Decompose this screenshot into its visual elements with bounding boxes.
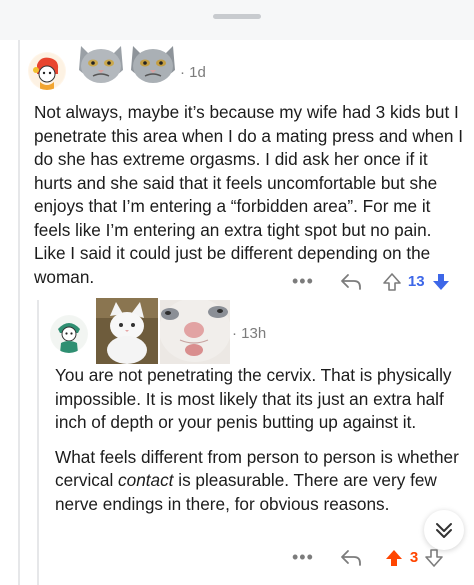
chevron-double-down-icon	[433, 519, 455, 541]
vote-score: 13	[407, 273, 425, 290]
thread-line-reply[interactable]	[37, 300, 39, 585]
grumpy-cat-image	[127, 42, 179, 86]
white-kitten-image	[96, 298, 158, 364]
comment-text: Not always, maybe it’s because my wife h…	[34, 102, 463, 287]
cat-closeup-image	[160, 300, 230, 364]
thread-line-main[interactable]	[18, 40, 20, 585]
drag-handle[interactable]	[213, 14, 261, 19]
comment-body: Not always, maybe it’s because my wife h…	[34, 101, 464, 289]
comment-body: You are not penetrating the cervix. That…	[55, 364, 467, 516]
grumpy-cat-image	[75, 42, 127, 86]
scroll-down-button[interactable]	[424, 510, 464, 550]
more-icon[interactable]: •••	[292, 271, 314, 292]
comment-timestamp: · 1d	[180, 64, 206, 81]
user-avatar[interactable]	[28, 52, 66, 90]
downvote-icon[interactable]	[424, 548, 444, 568]
upvote-icon[interactable]	[384, 548, 404, 568]
user-avatar[interactable]	[50, 315, 88, 353]
more-icon[interactable]: •••	[292, 547, 314, 568]
comment-paragraph: What feels different from person to pers…	[55, 446, 459, 514]
comment-actions: ••• 3	[292, 547, 444, 568]
reply-arrow-icon[interactable]	[340, 549, 362, 567]
vote-score: 3	[409, 549, 419, 566]
comment-timestamp: · 13h	[232, 325, 267, 342]
comment-actions: ••• 13	[292, 271, 451, 292]
comment-paragraph: You are not penetrating the cervix. That…	[55, 365, 452, 432]
top-bar	[0, 0, 474, 40]
reply-arrow-icon[interactable]	[340, 273, 362, 291]
upvote-icon[interactable]	[382, 272, 402, 292]
downvote-icon[interactable]	[431, 272, 451, 292]
